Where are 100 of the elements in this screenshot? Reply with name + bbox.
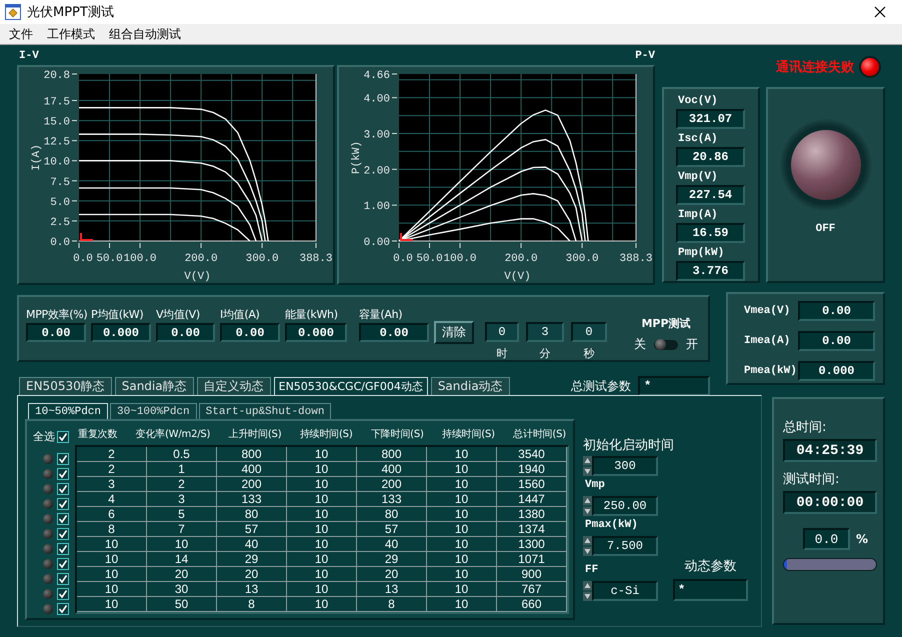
column-header: 变化率(W/m2/S) xyxy=(136,428,210,441)
table-cell: 10 xyxy=(77,537,147,552)
table-cell: 10 xyxy=(427,567,497,582)
table-cell: 80 xyxy=(217,507,287,522)
table-cell: 30 xyxy=(147,582,217,597)
power-state-label: OFF xyxy=(816,223,836,235)
reading-label: Pmea(kW) xyxy=(744,365,797,377)
table-cell: 10 xyxy=(147,537,217,552)
value-display: 0.000 xyxy=(798,361,875,381)
tick-label: 300.0 xyxy=(566,253,599,265)
table-cell: 10 xyxy=(427,597,497,612)
table-cell: 10 xyxy=(287,462,357,477)
tick-label: 10.0 xyxy=(44,156,70,169)
table-cell: 10 xyxy=(287,507,357,522)
reading-label: Voc(V) xyxy=(677,95,719,109)
table-cell: 10 xyxy=(287,447,357,462)
table-cell: 50 xyxy=(147,597,217,612)
field-label: 能量(kWh) xyxy=(285,307,339,323)
column-header: 下降时间(S) xyxy=(370,428,424,441)
tick-label: 2.00 xyxy=(364,165,390,178)
axis-title: V(V) xyxy=(504,271,531,283)
table-cell: 3540 xyxy=(497,447,567,462)
table-cell: 10 xyxy=(287,477,357,492)
table-cell: 4 xyxy=(77,492,147,507)
tick-label: 388.3 xyxy=(300,253,332,265)
table-cell: 1374 xyxy=(497,522,567,537)
value-display: 227.54 xyxy=(676,185,745,205)
tick-label: 17.5 xyxy=(44,96,70,108)
value-display: 0.00 xyxy=(359,323,429,342)
table-cell: 2 xyxy=(77,462,147,477)
tick-label: 200.0 xyxy=(184,253,218,265)
table-cell: 20 xyxy=(357,567,427,582)
table-cell: 800 xyxy=(217,447,287,462)
field-label: FF xyxy=(584,563,600,578)
table-cell: 10 xyxy=(77,582,147,597)
tick-label: 200.0 xyxy=(504,253,538,265)
unit-label: % xyxy=(856,532,868,546)
table-cell: 40 xyxy=(357,537,427,552)
tick-label: 1.00 xyxy=(364,201,390,214)
column-header: 持续时间(S) xyxy=(300,428,353,441)
axis-title: V(V) xyxy=(184,271,211,283)
table-cell: 8 xyxy=(357,597,427,612)
switch-on-label: 开 xyxy=(686,336,698,353)
unit-label: 时 xyxy=(496,346,508,361)
table-cell: 10 xyxy=(427,507,497,522)
value-display: 20.86 xyxy=(676,147,745,167)
table-cell: 10 xyxy=(427,462,497,477)
table-cell: 7 xyxy=(147,522,217,537)
table-cell: 1071 xyxy=(497,552,567,567)
tick-label: 2.5 xyxy=(50,216,70,229)
tick-label: 100.0 xyxy=(444,253,477,265)
table-cell: 13 xyxy=(217,582,287,597)
table-cell: 20 xyxy=(217,567,287,582)
column-header: 总计时间(S) xyxy=(513,428,566,441)
value-display: 0.0 xyxy=(803,528,850,550)
table-cell: 1300 xyxy=(497,537,567,552)
reading-label: Isc(A) xyxy=(677,133,719,147)
value-display: 0.00 xyxy=(220,323,280,342)
field-label: 动态参数 xyxy=(684,558,736,575)
time-display: 00:00:00 xyxy=(783,491,877,514)
table-cell: 133 xyxy=(217,492,287,507)
value-display: 0.000 xyxy=(91,323,151,342)
table-cell: 10 xyxy=(427,492,497,507)
field-label: V均值(V) xyxy=(156,307,201,323)
table-cell: 10 xyxy=(427,522,497,537)
value-display: 3.776 xyxy=(676,261,745,281)
reading-label: Pmp(kW) xyxy=(677,247,726,261)
unit-label: 秒 xyxy=(584,346,594,361)
table-cell: 800 xyxy=(357,447,427,462)
table-cell: 6 xyxy=(77,507,147,522)
value-display: 0.00 xyxy=(798,331,875,351)
select-all-label: 全选 xyxy=(33,429,55,444)
field-label: 测试时间: xyxy=(783,471,840,488)
tick-label: 5.0 xyxy=(50,196,70,209)
table-cell: 10 xyxy=(287,582,357,597)
column-header: 重复次数 xyxy=(78,428,118,441)
table-cell: 5 xyxy=(147,507,217,522)
field-label: I均值(A) xyxy=(220,307,261,323)
table-cell: 10 xyxy=(427,582,497,597)
value-display: 0.000 xyxy=(285,323,347,342)
table-cell: 400 xyxy=(357,462,427,477)
table-cell: 10 xyxy=(287,537,357,552)
table-cell: 200 xyxy=(357,477,427,492)
table-cell: 8 xyxy=(217,597,287,612)
window-title: 光伏MPPT测试 xyxy=(27,4,114,21)
table-cell: 400 xyxy=(217,462,287,477)
value-display: 0 xyxy=(571,322,607,342)
tick-label: 0.00 xyxy=(364,237,390,249)
value-display: 321.07 xyxy=(676,109,745,129)
tick-label: 4.66 xyxy=(364,70,390,82)
table-cell: 900 xyxy=(497,567,567,582)
table-cell: 2 xyxy=(77,447,147,462)
table-cell: 660 xyxy=(497,597,567,612)
tick-label: 50.0 xyxy=(96,253,123,265)
field-label: Vmp xyxy=(584,478,606,493)
table-cell: 10 xyxy=(427,552,497,567)
table-cell: 3 xyxy=(147,492,217,507)
field-label: 总测试参数 xyxy=(571,378,631,394)
reading-label: Vmea(V) xyxy=(744,305,790,317)
tick-label: 0.0 xyxy=(50,237,70,249)
